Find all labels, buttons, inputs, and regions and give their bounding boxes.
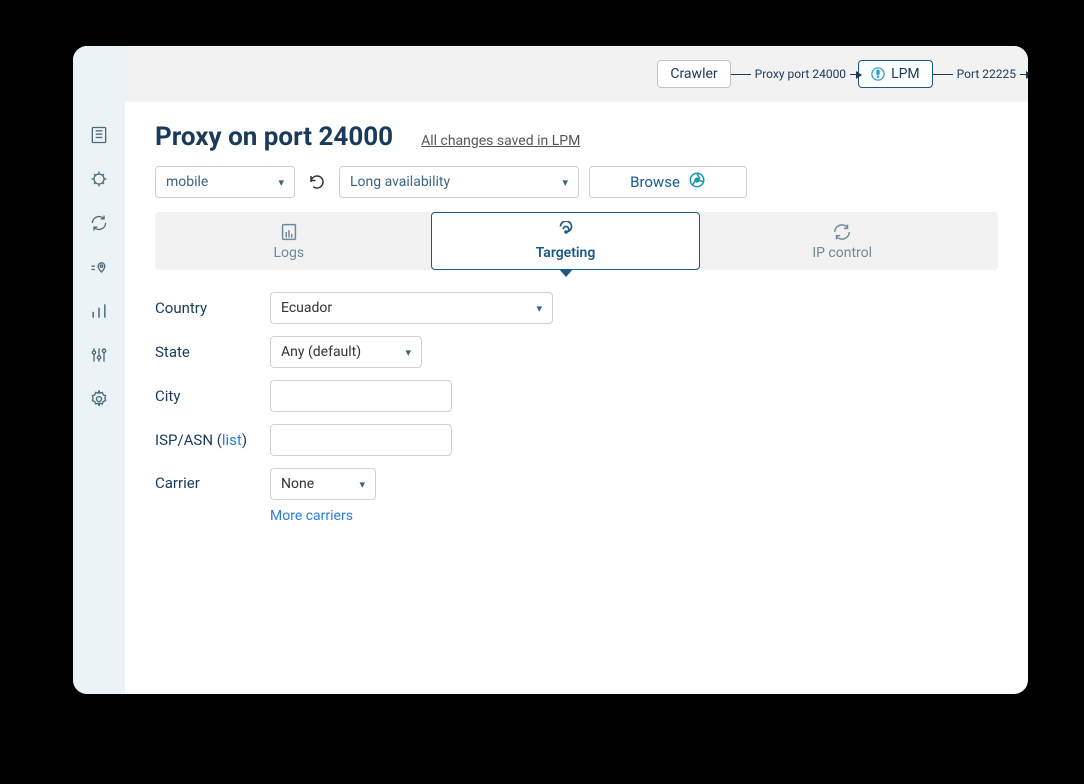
flow-line: [933, 74, 953, 75]
sliders-icon[interactable]: [88, 344, 110, 366]
chevron-down-icon: ▾: [405, 346, 411, 359]
refresh-button[interactable]: [305, 170, 329, 194]
port-label: Port 22225: [953, 67, 1020, 81]
proxy-port-label: Proxy port 24000: [751, 67, 850, 81]
preset-value: mobile: [166, 174, 208, 190]
crawler-label: Crawler: [670, 66, 717, 82]
tab-targeting[interactable]: Targeting: [431, 212, 701, 270]
topbar: Crawler Proxy port 24000 LPM Port 22225: [125, 46, 1028, 102]
browse-button[interactable]: Browse: [589, 166, 747, 198]
app-window: Crawler Proxy port 24000 LPM Port 22225 …: [73, 46, 1028, 694]
stats-icon[interactable]: [88, 300, 110, 322]
chevron-down-icon: ▾: [536, 302, 542, 315]
lpm-box[interactable]: LPM: [858, 60, 933, 88]
save-status[interactable]: All changes saved in LPM: [421, 133, 580, 149]
tab-label: Targeting: [536, 245, 596, 261]
header: Proxy on port 24000 All changes saved in…: [125, 102, 1028, 166]
lpm-icon: [871, 67, 885, 81]
controls-row: mobile ▾ Long availability ▾ Browse: [125, 166, 1028, 212]
isp-label: ISP/ASN (list): [155, 431, 270, 449]
chevron-down-icon: ▾: [278, 176, 284, 189]
chevron-down-icon: ▾: [562, 176, 568, 189]
tabs: Logs Targeting IP control: [155, 212, 998, 270]
arrow-icon: [856, 71, 862, 79]
tab-logs[interactable]: Logs: [155, 212, 423, 270]
isp-pre: ISP/ASN (: [155, 431, 222, 449]
state-label: State: [155, 343, 270, 361]
sidebar: [73, 46, 125, 694]
city-input[interactable]: [270, 380, 452, 412]
crawler-box[interactable]: Crawler: [657, 60, 730, 88]
isp-list-link[interactable]: list: [222, 431, 242, 449]
tab-label: IP control: [812, 245, 872, 261]
browse-label: Browse: [630, 173, 680, 191]
refresh-icon[interactable]: [88, 212, 110, 234]
country-value: Ecuador: [281, 300, 332, 316]
more-carriers-link[interactable]: More carriers: [270, 508, 376, 524]
availability-value: Long availability: [350, 174, 450, 190]
city-label: City: [155, 387, 270, 405]
flow-line: [1020, 74, 1028, 75]
flow-line: [731, 74, 751, 75]
tab-overflow[interactable]: [984, 212, 998, 270]
settings-icon[interactable]: [88, 388, 110, 410]
state-select[interactable]: Any (default) ▾: [270, 336, 422, 368]
isp-input[interactable]: [270, 424, 452, 456]
targeting-form: Country Ecuador ▾ State Any (default) ▾ …: [125, 270, 1028, 558]
flow-line: [850, 74, 858, 75]
page-title: Proxy on port 24000: [155, 122, 393, 152]
preset-select[interactable]: mobile ▾: [155, 166, 295, 198]
zones-icon[interactable]: [88, 168, 110, 190]
availability-select[interactable]: Long availability ▾: [339, 166, 579, 198]
country-label: Country: [155, 299, 270, 317]
tab-ipcontrol[interactable]: IP control: [708, 212, 976, 270]
carrier-select[interactable]: None ▾: [270, 468, 376, 500]
state-value: Any (default): [281, 344, 361, 360]
tab-label: Logs: [274, 245, 305, 261]
isp-post: ): [242, 431, 247, 449]
chrome-icon: [688, 171, 706, 193]
arrow-icon: [1026, 71, 1028, 79]
ports-icon[interactable]: [88, 124, 110, 146]
lpm-label: LPM: [891, 66, 920, 82]
carrier-label: Carrier: [155, 468, 270, 492]
location-icon[interactable]: [88, 256, 110, 278]
chevron-down-icon: ▾: [359, 478, 365, 491]
main-panel: Crawler Proxy port 24000 LPM Port 22225 …: [125, 46, 1028, 694]
carrier-value: None: [281, 476, 314, 492]
country-select[interactable]: Ecuador ▾: [270, 292, 553, 324]
